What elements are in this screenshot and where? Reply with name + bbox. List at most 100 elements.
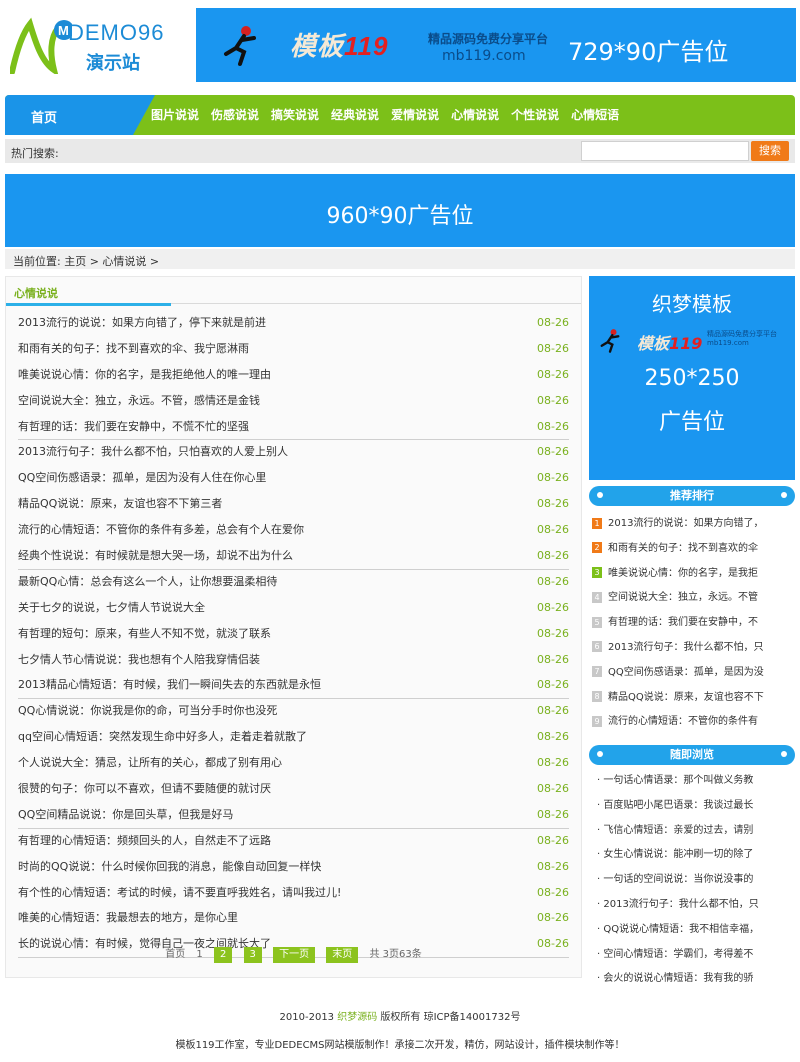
rank-number-badge: 4 (592, 591, 602, 603)
ranking-item-title[interactable]: 唯美说说心情：你的名字，是我拒 (608, 568, 758, 579)
nav-item-funny[interactable]: 搞笑说说 (265, 95, 325, 135)
list-item[interactable]: QQ心情说说：你说我是你的命，可当分手时你也没死 08-26 (18, 699, 569, 725)
pager-page-3[interactable]: 3 (243, 947, 262, 963)
nav-item-mood[interactable]: 心情说说 (445, 95, 505, 135)
ranking-item-title[interactable]: QQ空间伤感语录：孤单，是因为没 (608, 667, 764, 678)
list-item[interactable]: 空间说说大全：独立，永远。不管，感情还是金钱 08-26 (18, 389, 569, 415)
list-item[interactable]: 最新QQ心情：总会有这么一个人，让你想要温柔相待 08-26 (18, 570, 569, 596)
ranking-item[interactable]: 8 精品QQ说说：原来，友谊也容不下 (589, 686, 795, 711)
list-item[interactable]: 唯美说说心情：你的名字，是我拒绝他人的唯一理由 08-26 (18, 363, 569, 389)
search-input[interactable] (581, 141, 749, 161)
list-item[interactable]: 精品QQ说说：原来，友谊也容不下第三者 08-26 (18, 492, 569, 518)
list-item[interactable]: 很赞的句子：你可以不喜欢，但请不要随便的就讨厌 08-26 (18, 777, 569, 803)
list-item[interactable]: qq空间心情短语：突然发现生命中好多人，走着走着就散了 08-26 (18, 725, 569, 751)
list-item-title[interactable]: 和雨有关的句子：找不到喜欢的伞、我宁愿淋雨 (18, 337, 249, 362)
list-item-title[interactable]: 唯美说说心情：你的名字，是我拒绝他人的唯一理由 (18, 363, 271, 388)
list-item-title[interactable]: 有哲理的心情短语：频频回头的人，自然走不了远路 (18, 829, 271, 854)
ranking-item[interactable]: 6 2013流行句子：我什么都不怕，只 (589, 636, 795, 661)
list-item-title[interactable]: 最新QQ心情：总会有这么一个人，让你想要温柔相待 (18, 570, 277, 595)
nav-item-classic[interactable]: 经典说说 (325, 95, 385, 135)
site-logo[interactable]: M DEMO96 演示站 (10, 14, 190, 74)
footer-link[interactable]: 织梦源码 (337, 1012, 377, 1023)
random-item[interactable]: · 一句话心情语录：那个叫做义务教 (589, 769, 795, 794)
list-item[interactable]: 和雨有关的句子：找不到喜欢的伞、我宁愿淋雨 08-26 (18, 337, 569, 363)
ranking-item-title[interactable]: 流行的心情短语：不管你的条件有 (608, 716, 758, 727)
ranking-item-title[interactable]: 空间说说大全：独立，永远。不管 (608, 592, 758, 603)
pager-next[interactable]: 下一页 (273, 947, 316, 963)
list-item[interactable]: 有哲理的心情短语：频频回头的人，自然走不了远路 08-26 (18, 829, 569, 855)
ranking-item[interactable]: 4 空间说说大全：独立，永远。不管 (589, 586, 795, 611)
list-item-title[interactable]: 很赞的句子：你可以不喜欢，但请不要随便的就讨厌 (18, 777, 271, 802)
list-item-title[interactable]: 唯美的心情短语：我最想去的地方，是你心里 (18, 906, 238, 931)
mid-banner-ad[interactable]: 960*90广告位 (5, 174, 795, 247)
nav-item-picture[interactable]: 图片说说 (145, 95, 205, 135)
random-item[interactable]: · 百度贴吧小尾巴语录：我谈过最长 (589, 794, 795, 819)
ranking-item[interactable]: 9 流行的心情短语：不管你的条件有 (589, 710, 795, 735)
list-item[interactable]: 时尚的QQ说说：什么时候你回我的消息，能像自动回复一样快 08-26 (18, 855, 569, 881)
top-banner-ad[interactable]: 模板119 精品源码免费分享平台 mb119.com 729*90广告位 (196, 8, 796, 82)
ranking-item-title[interactable]: 2013流行的说说：如果方向错了， (608, 518, 763, 529)
ranking-item-title[interactable]: 2013流行句子：我什么都不怕，只 (608, 642, 763, 653)
list-item-title[interactable]: 空间说说大全：独立，永远。不管，感情还是金钱 (18, 389, 260, 414)
random-item[interactable]: · 女生心情说说：能冲刷一切的除了 (589, 843, 795, 868)
nav-item-phrases[interactable]: 心情短语 (565, 95, 625, 135)
random-item[interactable]: · 飞信心情短语：亲爱的过去，请别 (589, 819, 795, 844)
pager-last[interactable]: 末页 (326, 947, 359, 963)
ranking-item[interactable]: 7 QQ空间伤感语录：孤单，是因为没 (589, 661, 795, 686)
list-item-title[interactable]: qq空间心情短语：突然发现生命中好多人，走着走着就散了 (18, 725, 307, 750)
list-item-title[interactable]: 流行的心情短语：不管你的条件有多差，总会有个人在爱你 (18, 518, 304, 543)
nav-item-love[interactable]: 爱情说说 (385, 95, 445, 135)
list-item-title[interactable]: 七夕情人节心情说说：我也想有个人陪我穿情侣装 (18, 648, 260, 673)
random-item[interactable]: · 一句话的空间说说：当你说没事的 (589, 868, 795, 893)
ranking-item[interactable]: 1 2013流行的说说：如果方向错了， (589, 512, 795, 537)
ranking-item-title[interactable]: 和雨有关的句子：找不到喜欢的伞 (608, 543, 758, 554)
list-item-title[interactable]: 有个性的心情短语：考试的时候，请不要直呼我姓名，请叫我过儿! (18, 881, 341, 906)
random-item[interactable]: · 空间心情短语：学霸们，考得差不 (589, 943, 795, 968)
side-ad[interactable]: 织梦模板 模板119 精品源码免费分享平台 mb119.com 250*250 广… (589, 276, 795, 480)
list-item[interactable]: 有哲理的话：我们要在安静中，不慌不忙的坚强 08-26 (18, 415, 569, 441)
nav-home[interactable]: 首页 (5, 95, 155, 135)
list-item-title[interactable]: QQ心情说说：你说我是你的命，可当分手时你也没死 (18, 699, 277, 724)
nav-item-sad[interactable]: 伤感说说 (205, 95, 265, 135)
list-item[interactable]: 2013流行句子：我什么都不怕，只怕喜欢的人爱上别人 08-26 (18, 440, 569, 466)
list-item-title[interactable]: 经典个性说说：有时候就是想大哭一场，却说不出为什么 (18, 544, 293, 569)
ranking-item[interactable]: 5 有哲理的话：我们要在安静中，不 (589, 611, 795, 636)
list-item-title[interactable]: 有哲理的短句：原来，有些人不知不觉，就淡了联系 (18, 622, 271, 647)
nav-item-personality[interactable]: 个性说说 (505, 95, 565, 135)
pager-page-2[interactable]: 2 (213, 947, 233, 963)
list-item[interactable]: 关于七夕的说说，七夕情人节说说大全 08-26 (18, 596, 569, 622)
list-item-title[interactable]: 2013精品心情短语：有时候，我们一瞬间失去的东西就是永恒 (18, 673, 321, 698)
list-item-title[interactable]: 精品QQ说说：原来，友谊也容不下第三者 (18, 492, 222, 517)
ranking-item-title[interactable]: 精品QQ说说：原来，友谊也容不下 (608, 692, 764, 703)
ranking-item-title[interactable]: 有哲理的话：我们要在安静中，不 (608, 617, 758, 628)
list-item[interactable]: 个人说说大全：猜忌，让所有的关心，都成了别有用心 08-26 (18, 751, 569, 777)
list-item-title[interactable]: 时尚的QQ说说：什么时候你回我的消息，能像自动回复一样快 (18, 855, 321, 880)
random-item[interactable]: · 会火的说说心情短语：我有我的骄 (589, 967, 795, 992)
ranking-item[interactable]: 3 唯美说说心情：你的名字，是我拒 (589, 562, 795, 587)
list-item[interactable]: 经典个性说说：有时候就是想大哭一场，却说不出为什么 08-26 (18, 544, 569, 570)
list-item[interactable]: 有哲理的短句：原来，有些人不知不觉，就淡了联系 08-26 (18, 622, 569, 648)
list-item-title[interactable]: QQ空间精品说说：你是回头草，但我是好马 (18, 803, 233, 828)
list-item-title[interactable]: 2013流行句子：我什么都不怕，只怕喜欢的人爱上别人 (18, 440, 288, 465)
list-item[interactable]: 唯美的心情短语：我最想去的地方，是你心里 08-26 (18, 906, 569, 932)
list-item-title[interactable]: 个人说说大全：猜忌，让所有的关心，都成了别有用心 (18, 751, 282, 776)
list-item[interactable]: 2013精品心情短语：有时候，我们一瞬间失去的东西就是永恒 08-26 (18, 673, 569, 700)
list-item-title[interactable]: 关于七夕的说说，七夕情人节说说大全 (18, 596, 205, 621)
list-item-title[interactable]: QQ空间伤感语录：孤单，是因为没有人住在你心里 (18, 466, 266, 491)
pager-total: 共 3页63条 (369, 949, 422, 960)
list-item-title[interactable]: 有哲理的话：我们要在安静中，不慌不忙的坚强 (18, 415, 249, 440)
list-item[interactable]: QQ空间精品说说：你是回头草，但我是好马 08-26 (18, 803, 569, 829)
random-item[interactable]: · QQ说说心情短语：我不相信幸福， (589, 918, 795, 943)
list-item[interactable]: 七夕情人节心情说说：我也想有个人陪我穿情侣装 08-26 (18, 648, 569, 674)
ranking-item[interactable]: 2 和雨有关的句子：找不到喜欢的伞 (589, 537, 795, 562)
hot-search-label: 热门搜索: (11, 147, 59, 160)
list-item[interactable]: QQ空间伤感语录：孤单，是因为没有人住在你心里 08-26 (18, 466, 569, 492)
article-list: 2013流行的说说：如果方向错了，停下来就是前进 08-26 和雨有关的句子：找不到… (18, 311, 569, 959)
random-item[interactable]: · 2013流行句子：我什么都不怕，只 (589, 893, 795, 918)
pager-first[interactable]: 首页 (165, 945, 185, 960)
search-button[interactable]: 搜索 (751, 141, 789, 161)
list-item[interactable]: 有个性的心情短语：考试的时候，请不要直呼我姓名，请叫我过儿! 08-26 (18, 881, 569, 907)
list-item[interactable]: 流行的心情短语：不管你的条件有多差，总会有个人在爱你 08-26 (18, 518, 569, 544)
list-item-title[interactable]: 2013流行的说说：如果方向错了，停下来就是前进 (18, 311, 266, 336)
list-item[interactable]: 2013流行的说说：如果方向错了，停下来就是前进 08-26 (18, 311, 569, 337)
